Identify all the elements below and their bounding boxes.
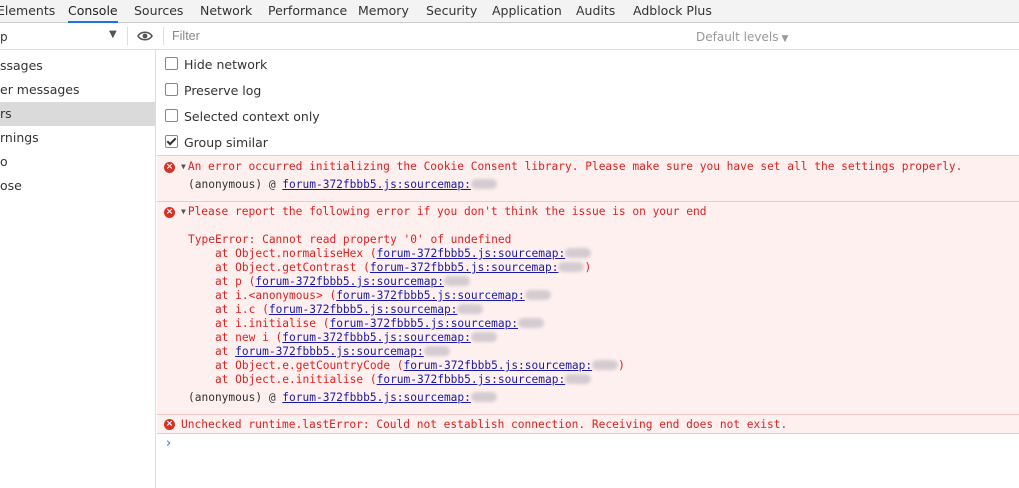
checkbox[interactable] bbox=[165, 109, 178, 122]
source-link[interactable]: forum-372fbbb5.js:sourcemap: bbox=[404, 359, 593, 372]
redacted-line-number bbox=[558, 262, 585, 272]
redacted-line-number bbox=[423, 346, 450, 356]
redacted-line-number bbox=[470, 332, 497, 342]
expand-triangle-icon[interactable]: ▼ bbox=[181, 162, 186, 171]
error-icon: × bbox=[164, 419, 175, 430]
source-link[interactable]: forum-372fbbb5.js:sourcemap: bbox=[282, 331, 471, 344]
setting-group-similar[interactable]: Group similar bbox=[165, 134, 268, 152]
source-link[interactable]: forum-372fbbb5.js:sourcemap: bbox=[377, 247, 566, 260]
stack-frame: at i.initialise (forum-372fbbb5.js:sourc… bbox=[188, 317, 545, 331]
redacted-line-number bbox=[518, 318, 545, 328]
setting-label: Preserve log bbox=[184, 83, 262, 98]
redacted-line-number bbox=[457, 304, 484, 314]
stack-frame: at i.<anonymous> (forum-372fbbb5.js:sour… bbox=[188, 289, 551, 303]
console-main: Hide network Preserve log Selected conte… bbox=[157, 50, 1019, 488]
source-link[interactable]: forum-372fbbb5.js:sourcemap: bbox=[282, 178, 471, 191]
source-link[interactable]: forum-372fbbb5.js:sourcemap: bbox=[336, 289, 525, 302]
sidebar-item-user-messages[interactable]: er messages bbox=[0, 78, 155, 102]
source-link[interactable]: forum-372fbbb5.js:sourcemap: bbox=[329, 317, 518, 330]
tab-memory[interactable]: Memory bbox=[358, 0, 409, 22]
sidebar-item-info[interactable]: o bbox=[0, 150, 155, 174]
stack-frame: at i.c (forum-372fbbb5.js:sourcemap: bbox=[188, 303, 484, 317]
console-toolbar: p ▼ Default levels▼ bbox=[0, 23, 1019, 50]
dropdown-caret-icon[interactable]: ▼ bbox=[109, 29, 117, 40]
console-sidebar: ssages er messages rs rnings o ose bbox=[0, 50, 156, 488]
log-levels-label: Default levels bbox=[696, 30, 779, 44]
toolbar-divider bbox=[127, 27, 128, 45]
redacted-line-number bbox=[443, 276, 470, 286]
setting-selected-context-only[interactable]: Selected context only bbox=[165, 108, 320, 126]
source-link[interactable]: forum-372fbbb5.js:sourcemap: bbox=[255, 275, 444, 288]
source-link[interactable]: forum-372fbbb5.js:sourcemap: bbox=[235, 345, 424, 358]
stack-frame: at Object.e.initialise (forum-372fbbb5.j… bbox=[188, 373, 592, 387]
source-link[interactable]: forum-372fbbb5.js:sourcemap: bbox=[282, 391, 471, 404]
setting-label: Group similar bbox=[184, 135, 268, 150]
setting-label: Selected context only bbox=[184, 109, 320, 124]
stack-frame: at p (forum-372fbbb5.js:sourcemap: bbox=[188, 275, 470, 289]
checkbox[interactable] bbox=[165, 57, 178, 70]
sidebar-item-errors[interactable]: rs bbox=[0, 102, 155, 126]
tab-application[interactable]: Application bbox=[492, 0, 562, 22]
error-origin: (anonymous) @ forum-372fbbb5.js:sourcema… bbox=[188, 391, 497, 405]
stack-frame: at Object.normaliseHex (forum-372fbbb5.j… bbox=[188, 247, 592, 261]
tab-console[interactable]: Console bbox=[68, 0, 118, 23]
tab-elements[interactable]: Elements bbox=[0, 0, 55, 22]
tab-audits[interactable]: Audits bbox=[576, 0, 615, 22]
checkbox-checked[interactable] bbox=[165, 135, 178, 148]
setting-label: Hide network bbox=[184, 57, 268, 72]
redacted-line-number bbox=[592, 360, 619, 370]
error-type: TypeError: Cannot read property '0' of u… bbox=[188, 233, 512, 246]
redacted-line-number bbox=[470, 392, 497, 402]
context-selector[interactable]: p bbox=[0, 30, 8, 44]
dropdown-caret-icon: ▼ bbox=[781, 34, 789, 44]
console-error-message: × ▼ Please report the following error if … bbox=[157, 201, 1019, 414]
error-icon: × bbox=[164, 162, 175, 173]
redacted-line-number bbox=[524, 290, 551, 300]
stack-frame: at new i (forum-372fbbb5.js:sourcemap: bbox=[188, 331, 497, 345]
sidebar-item-verbose[interactable]: ose bbox=[0, 174, 155, 198]
console-error-message: × ▼ An error occurred initializing the Co… bbox=[157, 155, 1019, 201]
devtools-tabbar: Elements Console Sources Network Perform… bbox=[0, 0, 1019, 23]
console-error-message: × Unchecked runtime.lastError: Could not… bbox=[157, 414, 1019, 434]
tab-performance[interactable]: Performance bbox=[268, 0, 347, 22]
stack-frame: at Object.e.getCountryCode (forum-372fbb… bbox=[188, 359, 625, 372]
error-text: ▼ Please report the following error if yo… bbox=[181, 205, 707, 218]
stack-frame: at forum-372fbbb5.js:sourcemap: bbox=[188, 345, 450, 359]
filter-input[interactable] bbox=[168, 26, 687, 46]
redacted-line-number bbox=[565, 248, 592, 258]
tab-sources[interactable]: Sources bbox=[134, 0, 183, 22]
error-text: Unchecked runtime.lastError: Could not e… bbox=[181, 418, 788, 431]
tab-security[interactable]: Security bbox=[426, 0, 477, 22]
checkbox[interactable] bbox=[165, 83, 178, 96]
sidebar-item-messages[interactable]: ssages bbox=[0, 54, 155, 78]
tab-network[interactable]: Network bbox=[200, 0, 252, 22]
tab-adblock-plus[interactable]: Adblock Plus bbox=[633, 0, 712, 22]
stack-frame: at Object.getContrast (forum-372fbbb5.js… bbox=[188, 261, 592, 274]
setting-hide-network[interactable]: Hide network bbox=[165, 56, 267, 74]
sidebar-item-warnings[interactable]: rnings bbox=[0, 126, 155, 150]
error-icon: × bbox=[164, 207, 175, 218]
redacted-line-number bbox=[470, 179, 497, 189]
source-link[interactable]: forum-372fbbb5.js:sourcemap: bbox=[269, 303, 458, 316]
error-text: ▼ An error occurred initializing the Cook… bbox=[181, 160, 963, 173]
redacted-line-number bbox=[565, 374, 592, 384]
source-link[interactable]: forum-372fbbb5.js:sourcemap: bbox=[377, 373, 566, 386]
prompt-chevron-icon[interactable]: › bbox=[166, 436, 171, 451]
log-levels-dropdown[interactable]: Default levels ▼ bbox=[696, 30, 788, 44]
eye-icon[interactable] bbox=[137, 28, 153, 44]
toolbar-divider bbox=[163, 27, 164, 45]
error-origin: (anonymous) @ forum-372fbbb5.js:sourcema… bbox=[188, 178, 497, 192]
source-link[interactable]: forum-372fbbb5.js:sourcemap: bbox=[370, 261, 559, 274]
setting-preserve-log[interactable]: Preserve log bbox=[165, 82, 261, 100]
expand-triangle-icon[interactable]: ▼ bbox=[181, 207, 186, 216]
